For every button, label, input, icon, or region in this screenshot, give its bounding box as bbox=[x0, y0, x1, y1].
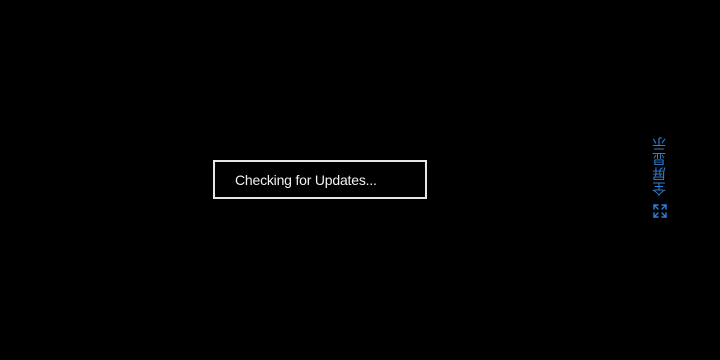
fullscreen-button[interactable]: 全屏显示 bbox=[648, 136, 672, 224]
fullscreen-label: 全屏显示 bbox=[652, 136, 668, 196]
update-status-box: Checking for Updates... bbox=[213, 160, 427, 199]
game-screen: Checking for Updates... 全屏显示 bbox=[0, 0, 720, 360]
fullscreen-expand-icon bbox=[653, 204, 667, 218]
update-status-text: Checking for Updates... bbox=[235, 171, 377, 188]
